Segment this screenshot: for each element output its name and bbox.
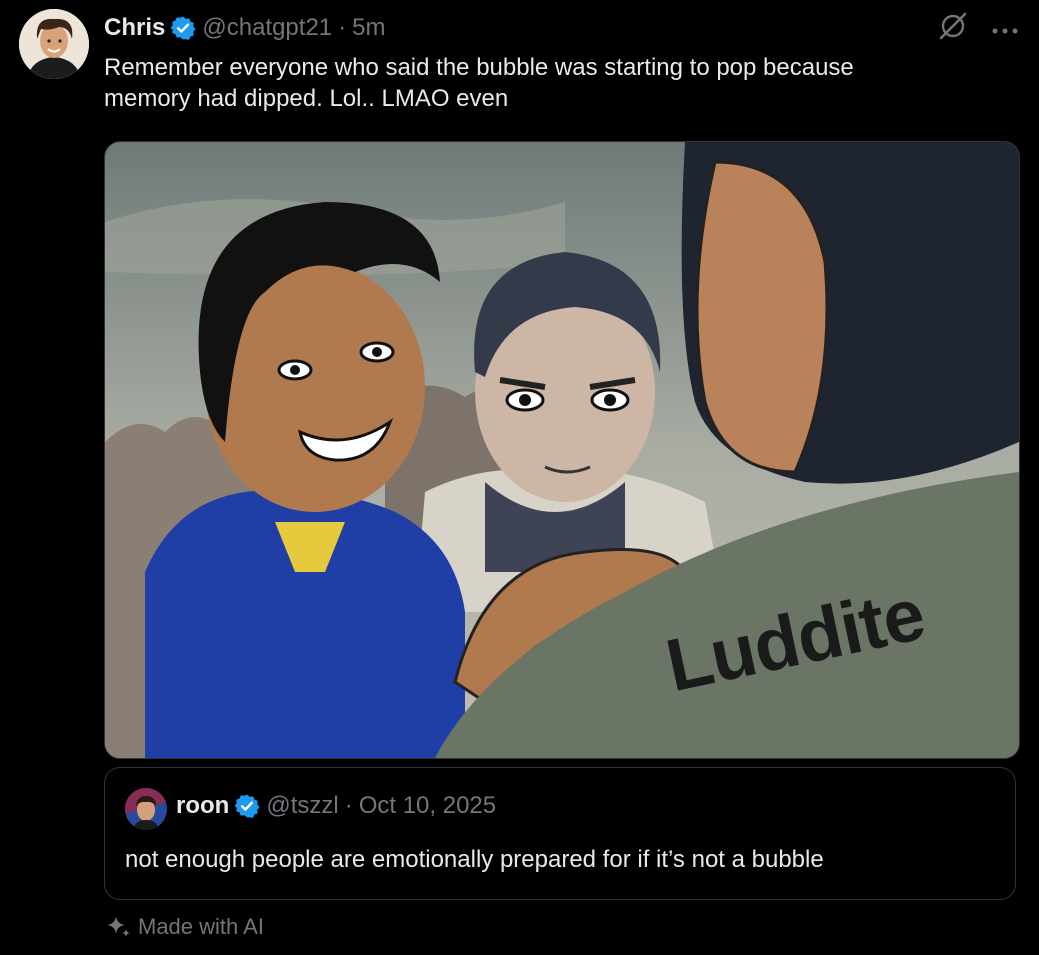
separator-dot: · [338, 14, 347, 41]
separator-dot: · [344, 792, 353, 819]
quoted-author-name[interactable]: roon [176, 792, 229, 820]
quoted-post[interactable]: roon @tszzl · Oct 10, 2025 not enough pe… [104, 767, 1016, 900]
quoted-post-date[interactable]: Oct 10, 2025 [359, 792, 496, 820]
post-media-image[interactable]: Luddite [104, 141, 1020, 759]
post-text: Remember everyone who said the bubble wa… [104, 54, 854, 112]
post-actions-top [937, 10, 1019, 42]
post-time[interactable]: 5m [352, 14, 385, 42]
quoted-author-handle[interactable]: @tszzl [266, 792, 338, 820]
quoted-author-avatar[interactable] [125, 788, 167, 830]
author-handle[interactable]: @chatgpt21 [202, 14, 332, 42]
made-with-ai-label[interactable]: Made with AI [104, 913, 264, 941]
verified-badge-icon[interactable] [170, 15, 196, 41]
quoted-post-header: roon @tszzl · Oct 10, 2025 [176, 792, 496, 820]
quoted-post-text: not enough people are emotionally prepar… [125, 846, 824, 873]
author-avatar[interactable] [19, 9, 89, 79]
sparkle-icon [104, 913, 132, 941]
grok-icon[interactable] [937, 10, 969, 42]
verified-badge-icon[interactable] [234, 793, 260, 819]
more-icon[interactable] [991, 16, 1019, 36]
post-header: Chris @chatgpt21 · 5m [104, 12, 386, 44]
made-with-ai-text: Made with AI [138, 914, 264, 939]
author-name[interactable]: Chris [104, 14, 165, 42]
